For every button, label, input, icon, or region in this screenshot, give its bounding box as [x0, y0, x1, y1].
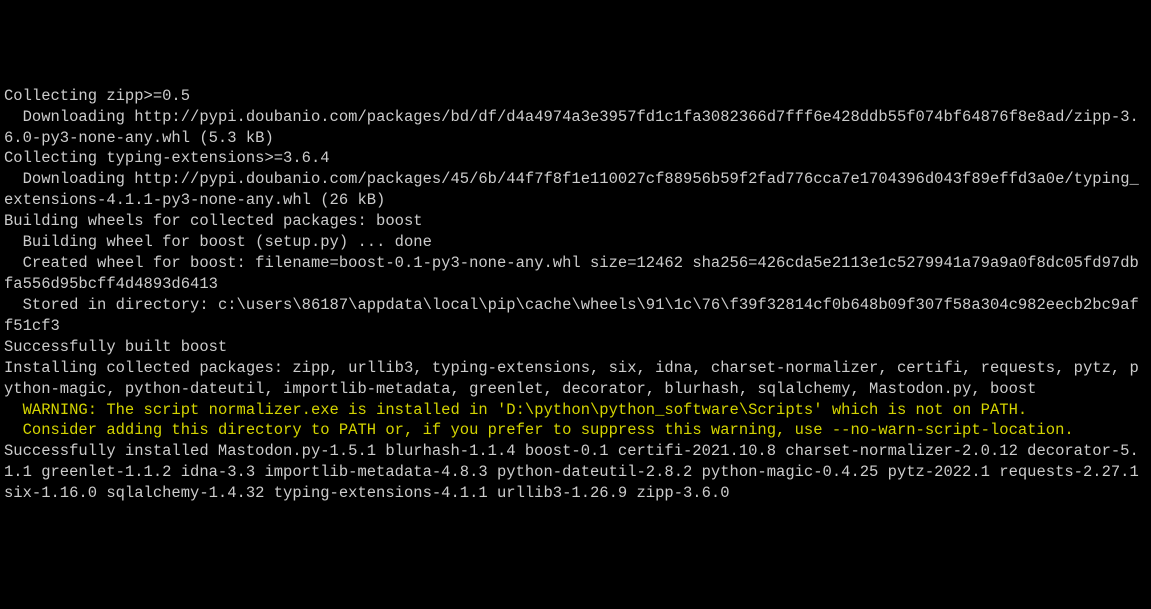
terminal-line: Downloading http://pypi.doubanio.com/pac…	[4, 169, 1147, 211]
terminal-line: Installing collected packages: zipp, url…	[4, 358, 1147, 400]
terminal-line: Successfully installed Mastodon.py-1.5.1…	[4, 441, 1147, 504]
terminal-line: Successfully built boost	[4, 337, 1147, 358]
terminal-output: Collecting zipp>=0.5 Downloading http://…	[4, 86, 1147, 504]
terminal-line: Collecting zipp>=0.5	[4, 86, 1147, 107]
terminal-line: Collecting typing-extensions>=3.6.4	[4, 148, 1147, 169]
terminal-line: WARNING: The script normalizer.exe is in…	[4, 400, 1147, 421]
terminal-line: Downloading http://pypi.doubanio.com/pac…	[4, 107, 1147, 149]
terminal-line: Stored in directory: c:\users\86187\appd…	[4, 295, 1147, 337]
terminal-line: Building wheel for boost (setup.py) ... …	[4, 232, 1147, 253]
terminal-line: Consider adding this directory to PATH o…	[4, 420, 1147, 441]
terminal-line: Building wheels for collected packages: …	[4, 211, 1147, 232]
terminal-line: Created wheel for boost: filename=boost-…	[4, 253, 1147, 295]
